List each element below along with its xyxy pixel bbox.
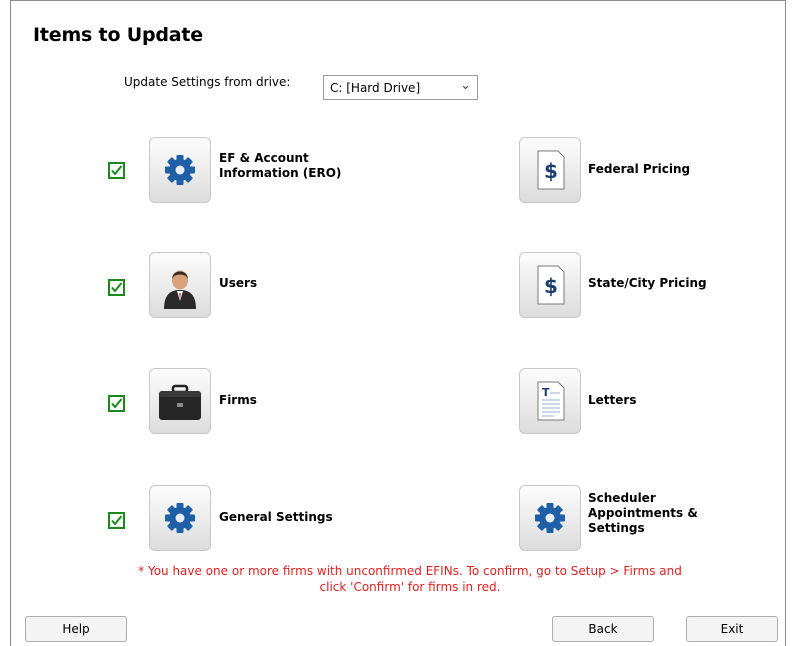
checkbox-ef-account[interactable]	[108, 162, 125, 179]
check-icon	[111, 282, 123, 293]
briefcase-icon	[159, 384, 201, 420]
tile-firms[interactable]	[149, 368, 211, 434]
label-state-city-pricing: State/City Pricing	[588, 276, 707, 290]
tile-general-settings[interactable]	[149, 485, 211, 551]
dollar-document-icon: $	[537, 265, 565, 305]
checkbox-general-settings[interactable]	[108, 512, 125, 529]
label-scheduler: Scheduler Appointments & Settings	[588, 491, 698, 535]
tile-state-city-pricing[interactable]: $	[519, 252, 581, 318]
check-icon	[111, 515, 123, 526]
svg-text:$: $	[544, 274, 558, 298]
svg-text:T: T	[542, 386, 550, 399]
letter-document-icon: T	[537, 381, 565, 421]
label-ef-account: EF & Account Information (ERO)	[219, 151, 342, 180]
label-federal-pricing: Federal Pricing	[588, 162, 691, 176]
unconfirmed-efin-warning: * You have one or more firms with unconf…	[138, 564, 682, 594]
gear-icon	[165, 503, 195, 533]
help-button[interactable]: Help	[25, 616, 127, 642]
checkbox-firms[interactable]	[108, 395, 125, 412]
gear-icon	[535, 503, 565, 533]
label-general-settings: General Settings	[219, 510, 333, 524]
label-users: Users	[219, 276, 258, 290]
label-firms: Firms	[219, 393, 257, 407]
check-icon	[111, 165, 123, 176]
exit-button[interactable]: Exit	[686, 616, 778, 642]
gear-icon	[165, 155, 195, 185]
checkbox-users[interactable]	[108, 279, 125, 296]
dollar-document-icon: $	[537, 150, 565, 190]
svg-text:$: $	[544, 159, 558, 183]
user-icon	[164, 270, 196, 309]
label-letters: Letters	[588, 393, 637, 407]
check-icon	[111, 398, 123, 409]
tile-ef-account[interactable]	[149, 137, 211, 203]
tile-users[interactable]	[149, 252, 211, 318]
page-title: Items to Update	[33, 24, 203, 46]
tile-scheduler[interactable]	[519, 485, 581, 551]
window-border-left	[10, 0, 11, 646]
drive-label: Update Settings from drive:	[124, 75, 291, 89]
drive-select-value: C: [Hard Drive]	[330, 81, 421, 95]
back-button[interactable]: Back	[552, 616, 654, 642]
tile-letters[interactable]: T	[519, 368, 581, 434]
tile-federal-pricing[interactable]: $	[519, 137, 581, 203]
chevron-down-icon: ⌄	[460, 78, 471, 93]
drive-select[interactable]: C: [Hard Drive] ⌄	[323, 75, 478, 100]
window-border-top	[10, 0, 786, 1]
window-border-right	[785, 0, 786, 646]
